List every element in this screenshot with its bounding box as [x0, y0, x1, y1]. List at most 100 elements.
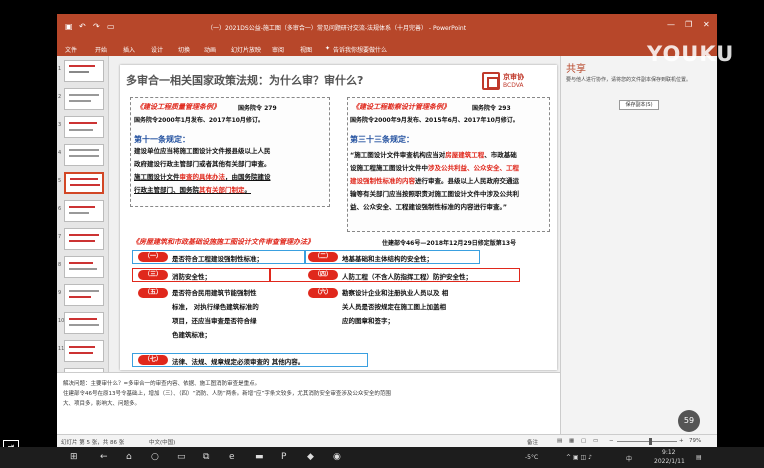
- slide-counter: 幻灯片 第 5 张，共 86 张: [61, 440, 125, 446]
- left-line-2: 政府建设行政主管部门或者其他有关部门审查。: [134, 160, 271, 168]
- right-line-2: 设施工程施工图设计文件中涉及公共利益、公众安全、工程: [350, 164, 519, 172]
- slide-thumbnail[interactable]: [64, 312, 104, 334]
- tab-home[interactable]: 开始: [95, 45, 107, 54]
- share-description: 要与他人进行协作，请将您的文件副本保存到联机位置。: [566, 77, 692, 83]
- clock-date[interactable]: 2022/1/11: [654, 458, 685, 465]
- browser-icon[interactable]: e: [229, 452, 235, 462]
- minimize-button[interactable]: —: [667, 20, 675, 29]
- maximize-button[interactable]: ❐: [685, 20, 692, 29]
- slide-thumbnail[interactable]: [64, 340, 104, 362]
- app-icon-2[interactable]: ◉: [333, 452, 341, 462]
- thumb-number: 7: [58, 234, 62, 240]
- windows-start-icon[interactable]: ⊞: [70, 452, 78, 462]
- tab-view[interactable]: 视图: [300, 45, 312, 54]
- item-text-5-line-4: 色建筑标准；: [172, 331, 211, 339]
- logo-mark-icon: [482, 72, 500, 90]
- slide-thumbnail[interactable]: [64, 88, 104, 110]
- reading-view-icon[interactable]: ▢: [581, 438, 586, 444]
- logo-text-cn: 京审协: [503, 73, 524, 81]
- slide-thumbnail[interactable]: [64, 144, 104, 166]
- window-title: （一）2021DS公益-施工图（多审合一）常见问题研讨交流-法规体系（十月完善）…: [207, 25, 467, 32]
- video-badge: 59: [678, 410, 700, 432]
- tab-insert[interactable]: 插入: [123, 45, 135, 54]
- slide-thumbnail[interactable]: [64, 228, 104, 250]
- item-text-2: 地基基础和主体结构的安全性；: [342, 255, 433, 263]
- item-text-5-line-1: 是否符合民用建筑节能强制性: [172, 289, 257, 297]
- save-copy-button[interactable]: 保存副本(S): [619, 100, 659, 110]
- right-line-5: 益、公众安全、工程建设强制性标准的内容进行审查。”: [350, 203, 508, 211]
- slide-thumbnail[interactable]: [64, 284, 104, 306]
- left-dates: 国务院令2000年1月发布、2017年10月修订。: [134, 117, 264, 124]
- thumb-number: 5: [58, 178, 62, 184]
- tell-me-search[interactable]: 告诉我你想要做什么: [333, 45, 387, 54]
- close-button[interactable]: ✕: [703, 20, 710, 29]
- item-text-5-line-3: 项目，还应当审查是否符合绿: [172, 317, 257, 325]
- slide-thumbnail[interactable]: [64, 116, 104, 138]
- weather-temperature[interactable]: -5°C: [525, 454, 538, 461]
- notes-line-2: 住建部令46号在原13号令基础上，增加（三）、（四）“消防、人防”两条。新增“应…: [63, 391, 391, 397]
- sorter-view-icon[interactable]: ▦: [569, 438, 574, 444]
- powerpoint-window: ▣ ↶ ↷ ▭ （一）2021DS公益-施工图（多审合一）常见问题研讨交流-法规…: [57, 14, 717, 447]
- right-dates: 国务院令2000年9月发布、2015年6月、2017年10月修订。: [350, 117, 519, 124]
- present-icon[interactable]: ▭: [107, 22, 115, 31]
- slide-thumbnail-selected[interactable]: [64, 172, 104, 194]
- back-icon[interactable]: ←: [100, 452, 108, 462]
- clock-time[interactable]: 9:12: [662, 449, 675, 456]
- right-decree: 国务院令 293: [472, 105, 511, 112]
- left-law-name: 《建设工程质量管理条例》: [136, 103, 220, 111]
- zoom-slider[interactable]: [617, 441, 677, 442]
- right-clause: 第三十三条规定：: [350, 135, 414, 144]
- bottom-decree: 住建部令46号—2018年12月29日修定版第13号: [382, 240, 517, 247]
- ime-indicator[interactable]: 中: [626, 454, 632, 463]
- app-icon[interactable]: ◆: [307, 452, 314, 462]
- tab-slideshow[interactable]: 幻灯片放映: [231, 45, 261, 54]
- language-indicator[interactable]: 中文(中国): [149, 438, 175, 446]
- item-number-5: （五）: [138, 288, 168, 298]
- powerpoint-icon[interactable]: P: [281, 452, 286, 462]
- folder-icon[interactable]: ▬: [255, 452, 264, 462]
- zoom-out-icon[interactable]: −: [609, 438, 614, 444]
- slide-thumbnail[interactable]: [64, 60, 104, 82]
- multitask-icon[interactable]: ⧉: [203, 452, 209, 462]
- status-bar: 幻灯片 第 5 张，共 86 张 中文(中国) 备注 ▤ ▦ ▢ ▭ − + 7…: [57, 434, 717, 447]
- right-line-1: “施工图设计文件审查机构应当对房屋建筑工程、市政基础: [350, 151, 517, 159]
- tab-design[interactable]: 设计: [151, 45, 163, 54]
- redo-icon[interactable]: ↷: [93, 22, 100, 31]
- notification-icon[interactable]: ▤: [696, 454, 702, 461]
- zoom-slider-knob[interactable]: [649, 438, 652, 445]
- tray-icons[interactable]: ^ ▣ ◫ ♪: [566, 454, 592, 461]
- thumb-number: 3: [58, 122, 62, 128]
- slideshow-view-icon[interactable]: ▭: [593, 438, 598, 444]
- slide-thumbnail[interactable]: [64, 256, 104, 278]
- share-pane: 共享 要与他人进行协作，请将您的文件副本保存到联机位置。 保存副本(S): [560, 56, 717, 434]
- right-line-3: 建设强制性标准的内容进行审查。县级以上人民政府交通运: [350, 177, 519, 185]
- share-title: 共享: [566, 64, 586, 75]
- left-line-1: 建设单位应当将施工图设计文件报县级以上人民: [134, 147, 271, 155]
- slide-canvas[interactable]: 多审合一相关国家政策法规：为什么审？审什么? 京审协 BCDVA 《建设工程质量…: [120, 65, 585, 392]
- normal-view-icon[interactable]: ▤: [557, 438, 562, 444]
- zoom-in-icon[interactable]: +: [679, 438, 684, 444]
- thumb-number: 6: [58, 206, 62, 212]
- tab-file[interactable]: 文件: [65, 45, 77, 54]
- tab-review[interactable]: 审阅: [272, 45, 284, 54]
- item-number-4: （四）: [308, 270, 338, 280]
- slide-thumbnail[interactable]: [64, 200, 104, 222]
- notes-toggle[interactable]: 备注: [527, 438, 538, 446]
- item-number-3: （三）: [138, 270, 168, 280]
- undo-icon[interactable]: ↶: [79, 22, 86, 31]
- right-line-4: 输等有关部门应当按照职责对施工图设计文件中涉及公共利: [350, 190, 519, 198]
- tab-animations[interactable]: 动画: [204, 45, 216, 54]
- save-icon[interactable]: ▣: [65, 22, 73, 31]
- zoom-level[interactable]: 79%: [689, 438, 701, 444]
- item-text-1: 是否符合工程建设强制性标准；: [172, 255, 263, 263]
- item-text-6-line-1: 勘察设计企业和注册执业人员以及 相: [342, 289, 449, 297]
- search-icon[interactable]: ○: [151, 452, 159, 462]
- bottom-law-name: 《房屋建筑和市政基础设施施工图设计文件审查管理办法》: [132, 238, 314, 246]
- notes-pane[interactable]: 解决问题：主要审什么？=多审合一的审查内容、依据、施工图消防审查是重点。 住建部…: [57, 372, 560, 434]
- item-text-6-line-3: 应的图章和签字；: [342, 317, 394, 325]
- youku-watermark: YOUKU: [647, 42, 735, 66]
- thumb-number: 9: [58, 290, 62, 296]
- task-view-icon[interactable]: ▭: [177, 452, 186, 462]
- tab-transitions[interactable]: 切换: [178, 45, 190, 54]
- home-icon[interactable]: ⌂: [126, 452, 132, 462]
